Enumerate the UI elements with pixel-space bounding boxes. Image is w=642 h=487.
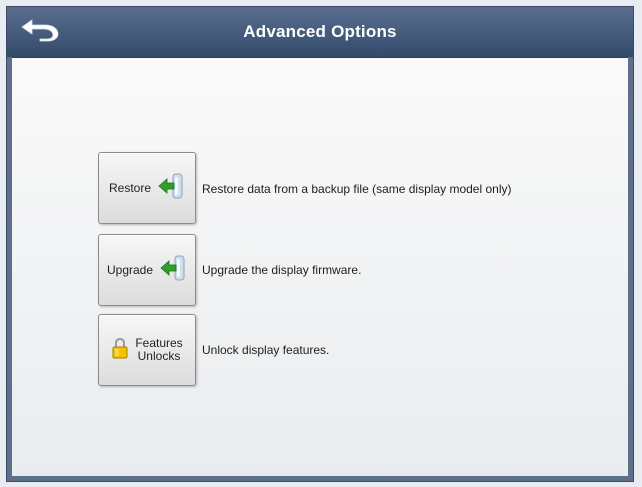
title-bar: Advanced Options — [7, 7, 633, 57]
app-window: Advanced Options Restore Restore data fr… — [6, 6, 634, 482]
upgrade-button-label: Upgrade — [106, 262, 154, 277]
import-arrow-icon — [157, 171, 185, 206]
features-label-line2: Unlocks — [137, 349, 181, 363]
restore-description: Restore data from a backup file (same di… — [202, 182, 512, 196]
restore-button-label: Restore — [108, 180, 152, 195]
features-label-line1: Features — [135, 336, 183, 350]
back-button[interactable] — [13, 11, 67, 47]
page-title: Advanced Options — [243, 22, 397, 41]
features-unlocks-label: Features Unlocks — [135, 337, 182, 363]
features-unlocks-description: Unlock display features. — [202, 343, 330, 357]
back-arrow-icon — [21, 19, 59, 42]
upgrade-description: Upgrade the display firmware. — [202, 263, 362, 277]
upgrade-button[interactable]: Upgrade — [98, 234, 196, 306]
restore-button[interactable]: Restore — [98, 152, 196, 224]
import-arrow-icon — [159, 253, 187, 288]
features-unlocks-button[interactable]: Features Unlocks — [98, 314, 196, 386]
options-panel: Restore Restore data from a backup file … — [12, 57, 628, 476]
padlock-icon — [111, 337, 129, 364]
